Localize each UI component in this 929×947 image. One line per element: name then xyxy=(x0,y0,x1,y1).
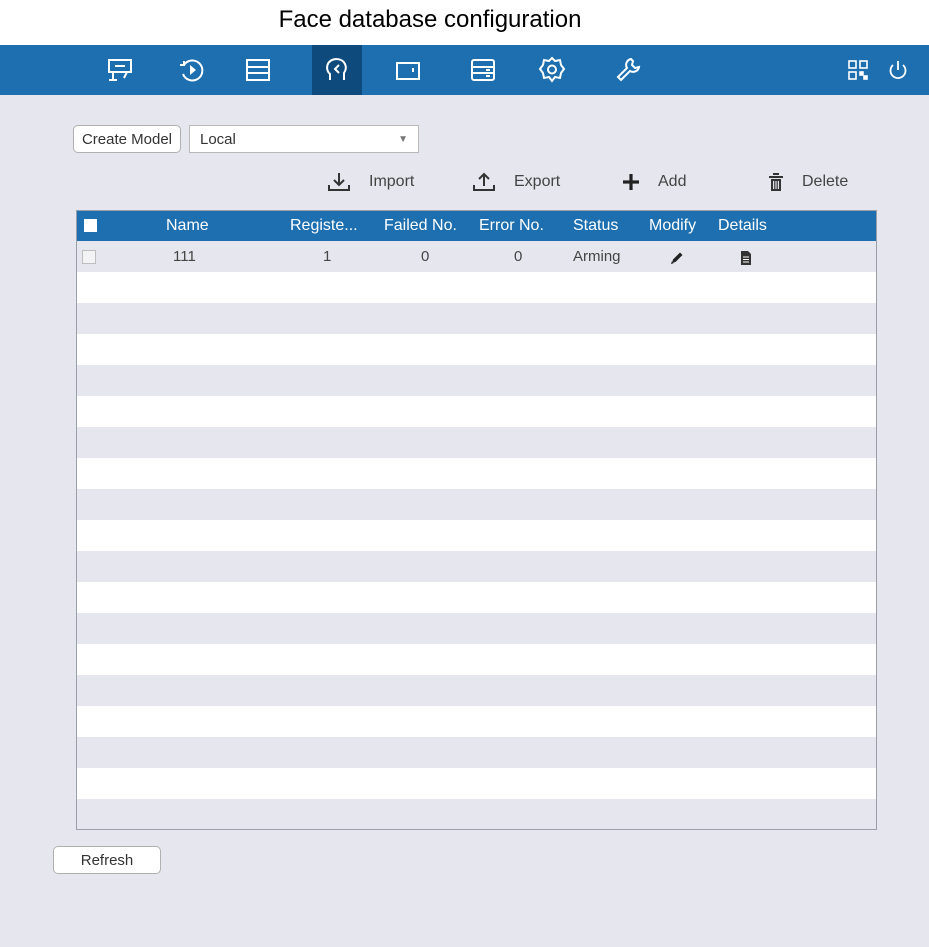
table-row-empty xyxy=(77,551,876,582)
column-header-modify: Modify xyxy=(649,217,697,234)
export-button[interactable]: Export xyxy=(472,169,560,195)
import-button[interactable]: Import xyxy=(327,169,414,195)
add-label: Add xyxy=(658,173,687,190)
cell-error: 0 xyxy=(514,248,523,265)
system-settings-icon[interactable] xyxy=(527,45,577,95)
export-label: Export xyxy=(514,173,561,190)
delete-button[interactable]: Delete xyxy=(768,169,848,195)
table-row-empty xyxy=(77,334,876,365)
top-navigation-bar xyxy=(0,45,929,95)
pencil-icon[interactable] xyxy=(669,242,685,273)
table-row-empty xyxy=(77,613,876,644)
table-row-empty xyxy=(77,396,876,427)
column-header-error[interactable]: Error No. xyxy=(479,211,544,241)
table-row-empty xyxy=(77,768,876,799)
column-header-registered[interactable]: Registe... xyxy=(290,211,358,241)
table-row-empty xyxy=(77,458,876,489)
table-row-empty xyxy=(77,272,876,303)
trash-icon xyxy=(769,173,783,191)
smart-analysis-icon[interactable] xyxy=(312,45,362,95)
table-row-empty xyxy=(77,675,876,706)
cell-status: Arming xyxy=(573,248,621,265)
table-row-empty xyxy=(77,427,876,458)
power-icon[interactable] xyxy=(880,45,916,95)
camera-icon[interactable] xyxy=(383,45,433,95)
upload-icon xyxy=(473,172,495,191)
content-area: Create Model Local ▼ Import Export Add D… xyxy=(0,95,929,947)
qr-code-icon[interactable] xyxy=(840,45,876,95)
row-checkbox[interactable] xyxy=(82,250,96,264)
table-row-empty xyxy=(77,644,876,675)
cell-failed: 0 xyxy=(421,248,430,265)
refresh-button[interactable]: Refresh xyxy=(53,846,161,874)
face-model-table: Name Registe... Failed No. Error No. Sta… xyxy=(76,210,877,830)
table-row-empty xyxy=(77,582,876,613)
column-header-failed[interactable]: Failed No. xyxy=(384,211,457,241)
column-header-details: Details xyxy=(718,217,767,234)
table-row-empty xyxy=(77,799,876,829)
table-row-empty xyxy=(77,489,876,520)
add-button[interactable]: Add xyxy=(622,169,686,195)
select-all-checkbox[interactable] xyxy=(84,219,97,232)
model-select[interactable]: Local ▼ xyxy=(189,125,419,153)
table-row-empty xyxy=(77,520,876,551)
cell-registered: 1 xyxy=(323,248,332,265)
file-management-icon[interactable] xyxy=(233,45,283,95)
live-view-icon[interactable] xyxy=(95,45,145,95)
dropdown-arrow-icon: ▼ xyxy=(398,134,408,145)
column-header-status[interactable]: Status xyxy=(573,211,618,241)
cell-name: 111 xyxy=(173,248,196,265)
delete-label: Delete xyxy=(802,173,849,190)
document-icon[interactable] xyxy=(740,241,752,272)
table-row-empty xyxy=(77,706,876,737)
import-label: Import xyxy=(369,173,415,190)
table-row-empty xyxy=(77,737,876,768)
maintenance-icon[interactable] xyxy=(603,45,653,95)
column-header-name[interactable]: Name xyxy=(166,211,209,241)
storage-icon[interactable] xyxy=(458,45,508,95)
table-row-empty xyxy=(77,365,876,396)
playback-icon[interactable] xyxy=(167,45,217,95)
table-row-empty xyxy=(77,303,876,334)
table-row[interactable]: 111 1 0 0 Arming xyxy=(77,241,876,272)
plus-icon xyxy=(623,174,639,190)
model-select-value: Local xyxy=(200,130,236,148)
create-model-button[interactable]: Create Model xyxy=(73,125,181,153)
table-header: Name Registe... Failed No. Error No. Sta… xyxy=(77,211,876,241)
download-icon xyxy=(328,173,350,191)
page-title: Face database configuration xyxy=(278,6,582,33)
